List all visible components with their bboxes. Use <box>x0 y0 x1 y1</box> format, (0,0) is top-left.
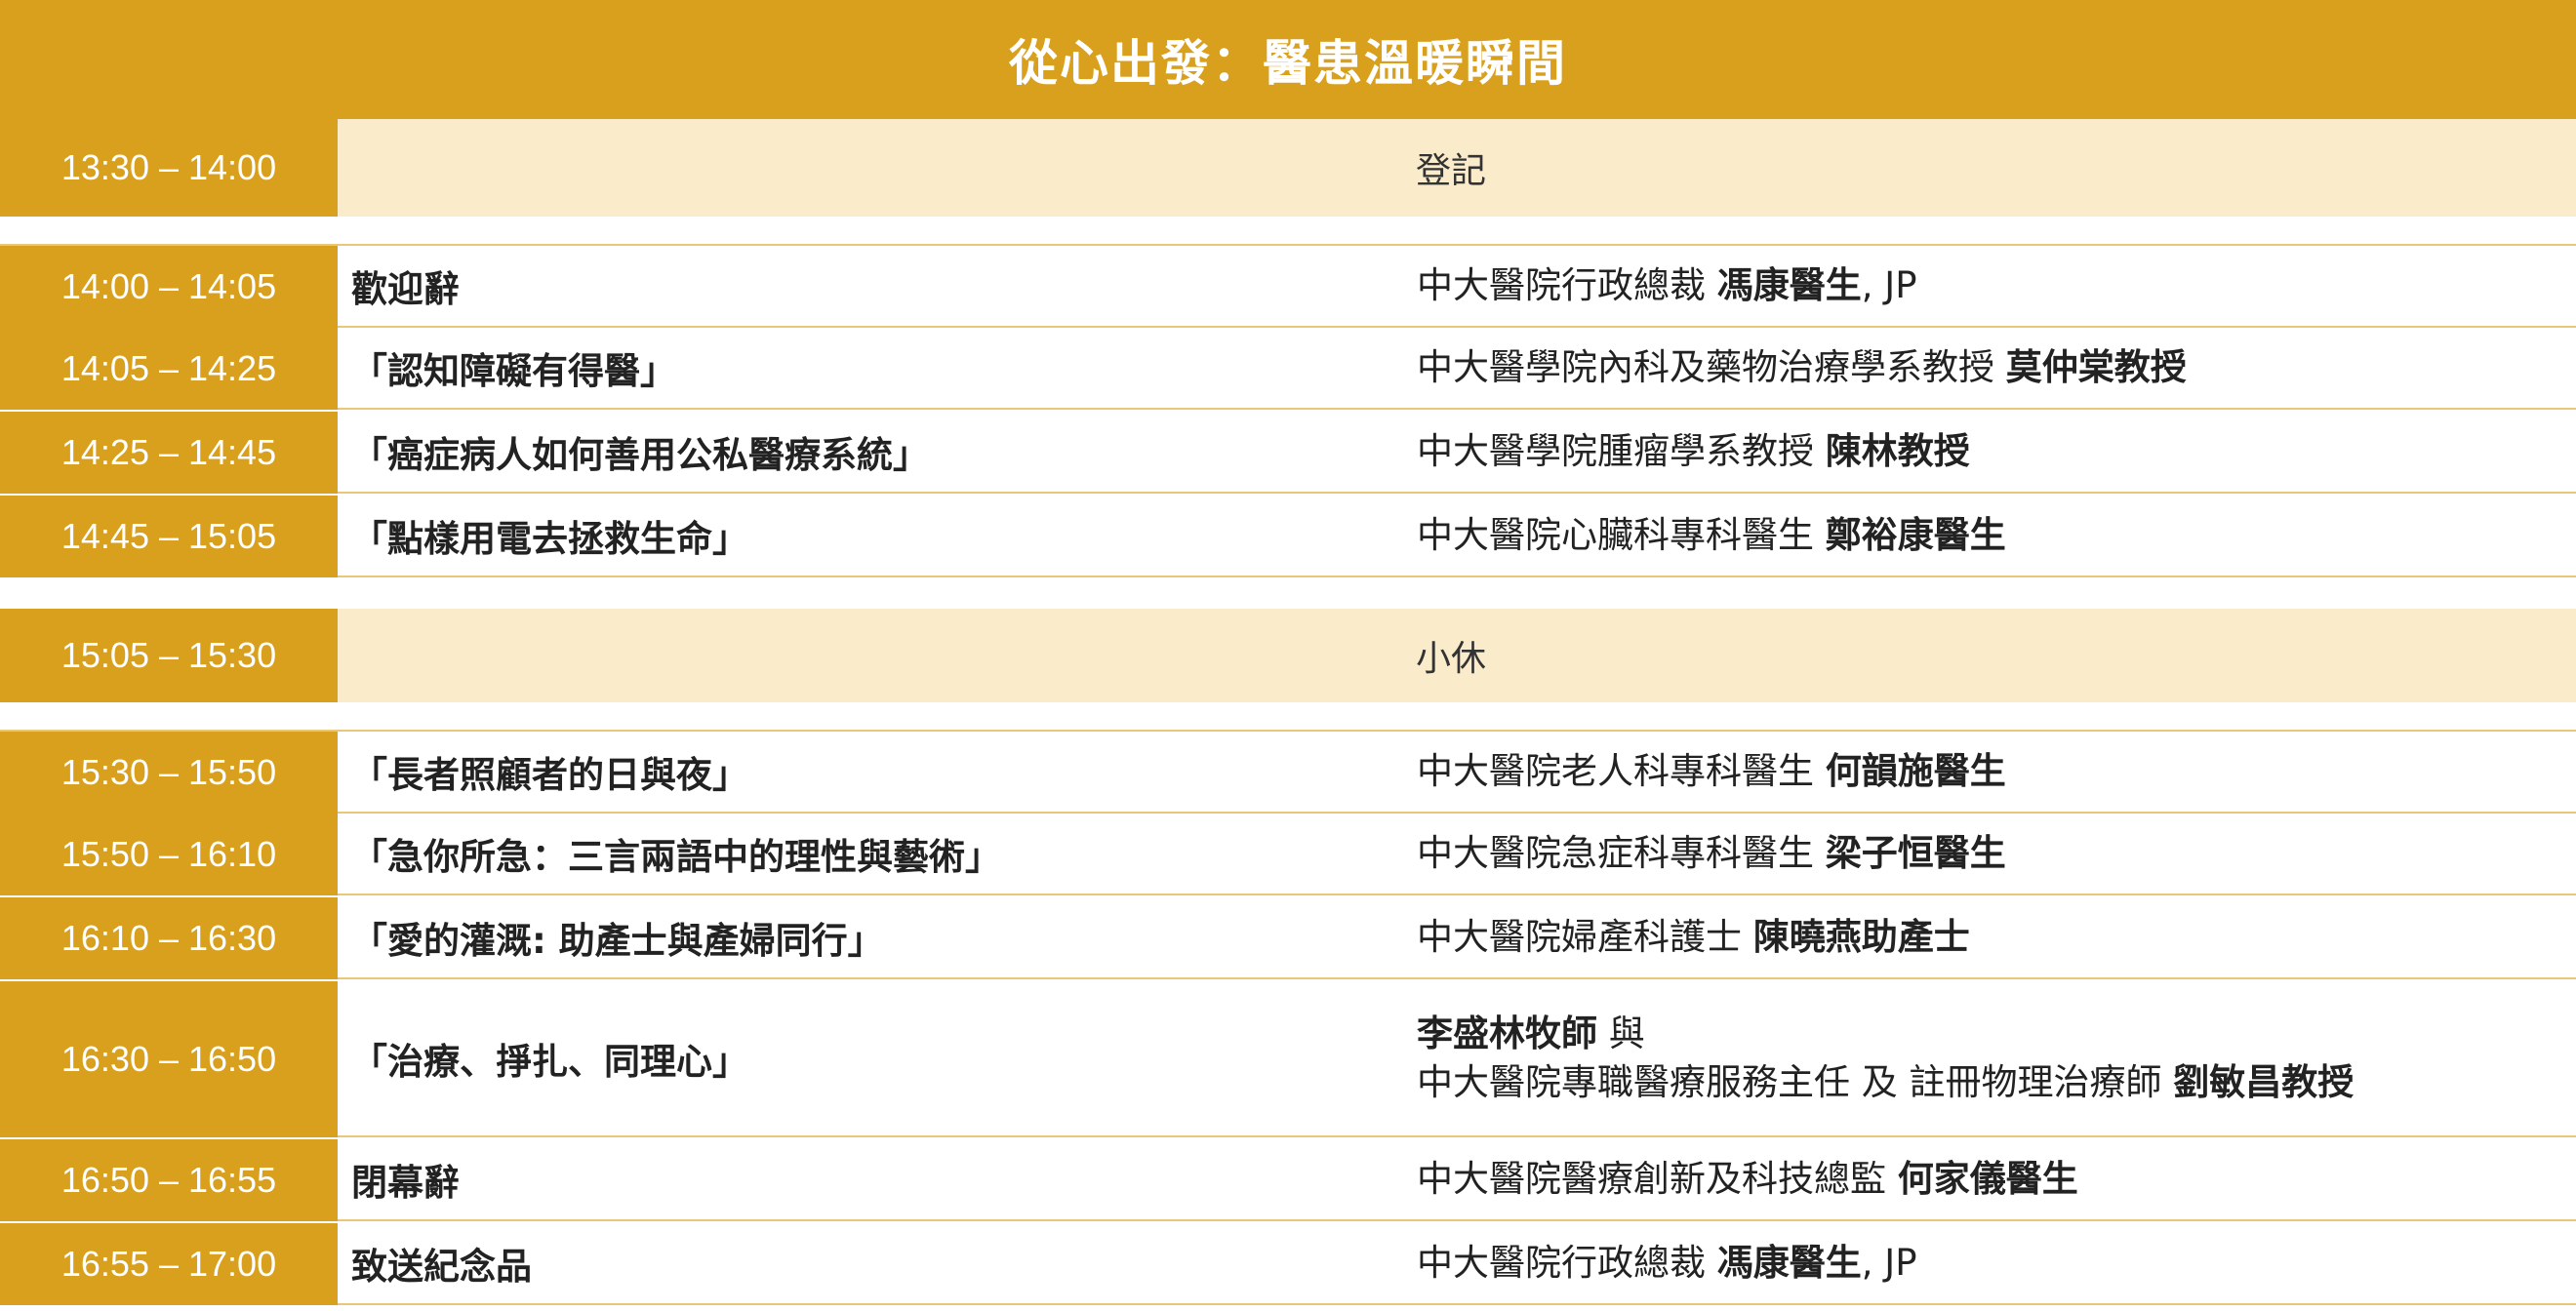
speaker-name: 梁子恒醫生 <box>1825 832 2006 874</box>
speaker-title: 中大醫院專職醫療服務主任 及 註冊物理治療師 <box>1417 1061 2174 1103</box>
speaker-name: 劉敏昌教授 <box>2173 1061 2355 1103</box>
schedule-row: 15:30 – 15:50 「長者照顧者的日與夜」 中大醫院老人科專科醫生 何韻… <box>0 730 2576 814</box>
speaker-title: 中大醫學院腫瘤學系教授 <box>1417 430 1826 472</box>
speaker-label: 李盛林牧師 與 中大醫院專職醫療服務主任 及 註冊物理治療師 劉敏昌教授 <box>1417 981 2354 1135</box>
topic-label: 「治療、掙扎、同理心」 <box>351 1041 748 1083</box>
topic-label: 致送紀念品 <box>351 1246 532 1288</box>
schedule-row-registration: 13:30 – 14:00 登記 <box>0 119 2576 217</box>
content-cell: 致送紀念品 中大醫院行政總裁 馮康醫生, JP <box>338 1223 2576 1305</box>
topic-label: 「急你所急：三言兩語中的理性與藝術」 <box>351 836 1001 878</box>
speaker-title: 中大醫院行政總裁 <box>1417 264 1717 306</box>
speaker-name: 何韻施醫生 <box>1825 750 2006 792</box>
schedule-row: 16:10 – 16:30 「愛的灌溉: 助產士與產婦同行」 中大醫院婦產科護士… <box>0 897 2576 979</box>
time-cell: 14:45 – 15:05 <box>0 496 338 577</box>
break-label: 小休 <box>1415 639 1486 679</box>
speaker-name: 何家儀醫生 <box>1897 1158 2078 1200</box>
schedule-row: 16:55 – 17:00 致送紀念品 中大醫院行政總裁 馮康醫生, JP <box>0 1223 2576 1305</box>
schedule-row: 14:25 – 14:45 「癌症病人如何善用公私醫療系統」 中大醫學院腫瘤學系… <box>0 412 2576 494</box>
topic-label: 閉幕辭 <box>351 1162 460 1204</box>
speaker-suffix: , JP <box>1861 264 1917 306</box>
schedule-row: 14:05 – 14:25 「認知障礙有得醫」 中大醫學院內科及藥物治療學系教授… <box>0 328 2576 410</box>
speaker-label: 中大醫學院內科及藥物治療學系教授 莫仲棠教授 <box>1417 328 2187 408</box>
schedule-row: 16:50 – 16:55 閉幕辭 中大醫院醫療創新及科技總監 何家儀醫生 <box>0 1139 2576 1221</box>
speaker-conjunction: 與 <box>1597 1013 1645 1054</box>
time-cell: 16:30 – 16:50 <box>0 981 338 1137</box>
time-cell: 14:00 – 14:05 <box>0 246 338 328</box>
speaker-name: 馮康醫生 <box>1716 1242 1862 1284</box>
schedule-row: 16:30 – 16:50 「治療、掙扎、同理心」 李盛林牧師 與 中大醫院專職… <box>0 981 2576 1137</box>
schedule-row: 15:50 – 16:10 「急你所急：三言兩語中的理性與藝術」 中大醫院急症科… <box>0 814 2576 895</box>
speaker-title: 中大醫院婦產科護士 <box>1417 916 1753 958</box>
time-cell: 16:50 – 16:55 <box>0 1139 338 1221</box>
page-title: 從心出發：醫患溫暖瞬間 <box>1009 35 1567 92</box>
title-bar: 從心出發：醫患溫暖瞬間 <box>0 0 2576 119</box>
content-cell: 「點樣用電去拯救生命」 中大醫院心臟科專科醫生 鄭裕康醫生 <box>338 496 2576 577</box>
speaker-name: 陳曉燕助產士 <box>1752 916 1970 958</box>
time-cell: 14:05 – 14:25 <box>0 328 338 410</box>
speaker-title: 中大醫院醫療創新及科技總監 <box>1417 1158 1898 1200</box>
topic-label: 「愛的灌溉: 助產士與產婦同行」 <box>351 920 884 962</box>
speaker-name: 莫仲棠教授 <box>2005 346 2187 388</box>
time-cell: 15:30 – 15:50 <box>0 732 338 814</box>
content-cell: 「癌症病人如何善用公私醫療系統」 中大醫學院腫瘤學系教授 陳林教授 <box>338 412 2576 494</box>
time-cell: 16:10 – 16:30 <box>0 897 338 979</box>
speaker-label: 中大醫學院腫瘤學系教授 陳林教授 <box>1417 412 1970 492</box>
schedule-row-break: 15:05 – 15:30 小休 <box>0 609 2576 702</box>
speaker-label: 中大醫院行政總裁 馮康醫生, JP <box>1417 246 1917 326</box>
speaker-name: 陳林教授 <box>1825 430 1970 472</box>
speaker-name: 李盛林牧師 <box>1417 1013 1597 1054</box>
content-cell: 「認知障礙有得醫」 中大醫學院內科及藥物治療學系教授 莫仲棠教授 <box>338 328 2576 410</box>
time-cell: 16:55 – 17:00 <box>0 1223 338 1305</box>
content-cell: 閉幕辭 中大醫院醫療創新及科技總監 何家儀醫生 <box>338 1139 2576 1221</box>
content-cell: 「愛的灌溉: 助產士與產婦同行」 中大醫院婦產科護士 陳曉燕助產士 <box>338 897 2576 979</box>
speaker-label: 中大醫院醫療創新及科技總監 何家儀醫生 <box>1417 1139 2078 1219</box>
schedule-row: 14:00 – 14:05 歡迎辭 中大醫院行政總裁 馮康醫生, JP <box>0 244 2576 328</box>
speaker-title: 中大醫學院內科及藥物治療學系教授 <box>1417 346 2006 388</box>
topic-label: 「癌症病人如何善用公私醫療系統」 <box>351 434 929 476</box>
speaker-title: 中大醫院心臟科專科醫生 <box>1417 514 1826 556</box>
schedule-row: 14:45 – 15:05 「點樣用電去拯救生命」 中大醫院心臟科專科醫生 鄭裕… <box>0 496 2576 577</box>
speaker-title: 中大醫院老人科專科醫生 <box>1417 750 1826 792</box>
content-cell: 「長者照顧者的日與夜」 中大醫院老人科專科醫生 何韻施醫生 <box>338 732 2576 814</box>
speaker-name: 馮康醫生 <box>1716 264 1862 306</box>
speaker-suffix: , JP <box>1861 1242 1917 1284</box>
content-cell: 歡迎辭 中大醫院行政總裁 馮康醫生, JP <box>338 246 2576 328</box>
break-label: 登記 <box>1415 151 1486 191</box>
speaker-label: 中大醫院老人科專科醫生 何韻施醫生 <box>1417 732 2006 812</box>
time-cell: 14:25 – 14:45 <box>0 412 338 494</box>
content-cell: 「急你所急：三言兩語中的理性與藝術」 中大醫院急症科專科醫生 梁子恒醫生 <box>338 814 2576 895</box>
topic-label: 歡迎辭 <box>351 268 460 310</box>
speaker-title: 中大醫院行政總裁 <box>1417 1242 1717 1284</box>
speaker-label: 中大醫院急症科專科醫生 梁子恒醫生 <box>1417 814 2006 894</box>
topic-label: 「認知障礙有得醫」 <box>351 350 676 392</box>
time-cell: 15:50 – 16:10 <box>0 814 338 895</box>
content-cell: 「治療、掙扎、同理心」 李盛林牧師 與 中大醫院專職醫療服務主任 及 註冊物理治… <box>338 981 2576 1137</box>
speaker-label: 中大醫院婦產科護士 陳曉燕助產士 <box>1417 897 1970 977</box>
speaker-label: 中大醫院心臟科專科醫生 鄭裕康醫生 <box>1417 496 2006 576</box>
topic-label: 「長者照顧者的日與夜」 <box>351 754 748 796</box>
speaker-title: 中大醫院急症科專科醫生 <box>1417 832 1826 874</box>
speaker-label: 中大醫院行政總裁 馮康醫生, JP <box>1417 1223 1917 1303</box>
speaker-name: 鄭裕康醫生 <box>1825 514 2006 556</box>
topic-label: 「點樣用電去拯救生命」 <box>351 518 748 560</box>
